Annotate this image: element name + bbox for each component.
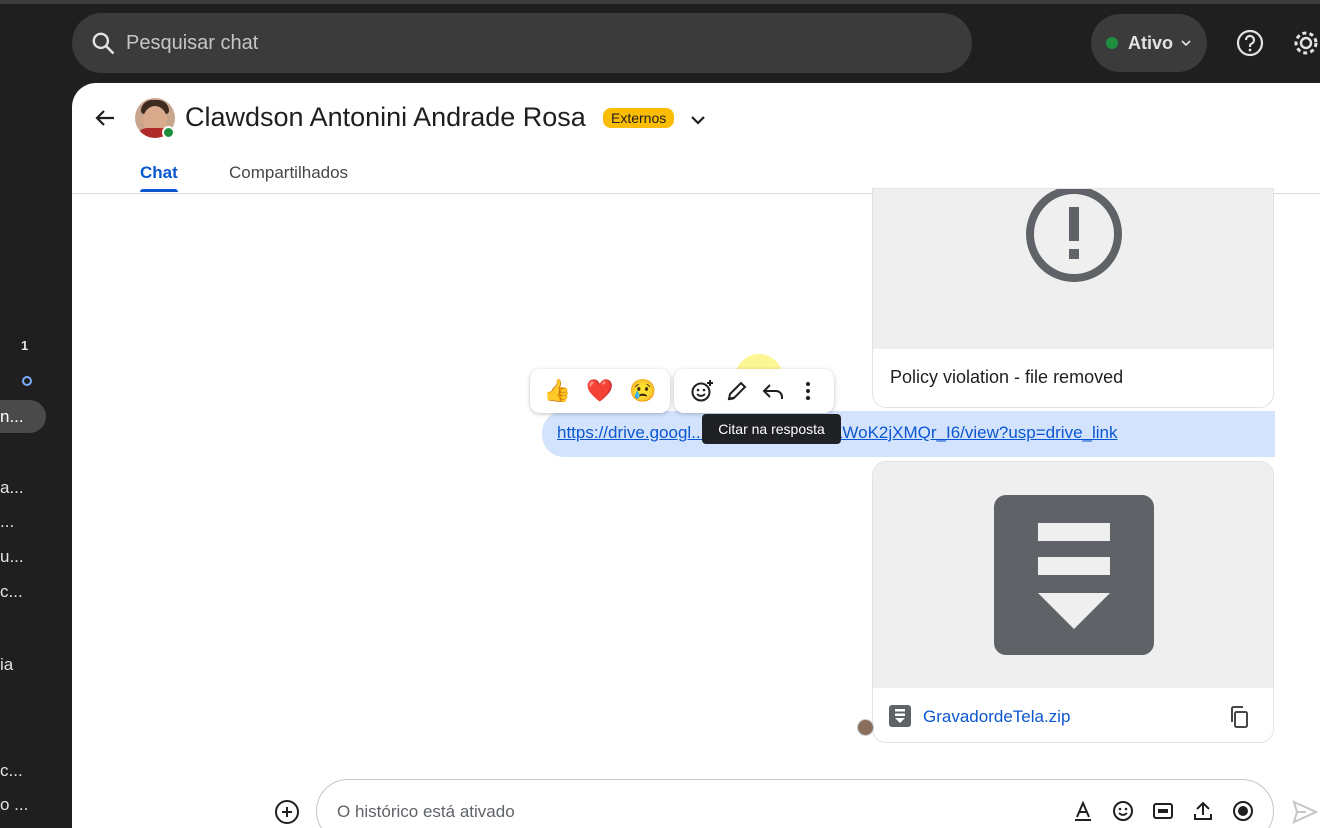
online-status-icon: [162, 126, 175, 139]
sidebar-item[interactable]: ia: [0, 655, 13, 675]
reaction-heart[interactable]: ❤️: [586, 378, 613, 404]
tooltip: Citar na resposta: [702, 414, 841, 444]
record-video-icon[interactable]: [1232, 800, 1254, 822]
zip-file-small-icon: [889, 705, 911, 727]
sidebar-unread-dot-icon: [22, 376, 32, 386]
format-text-icon[interactable]: [1072, 800, 1094, 822]
contact-name[interactable]: Clawdson Antonini Andrade Rosa: [185, 102, 586, 133]
reaction-thumbs-up[interactable]: 👍: [544, 378, 571, 404]
attachment-filename[interactable]: GravadordeTela.zip: [923, 707, 1070, 727]
help-icon[interactable]: [1235, 28, 1265, 58]
status-label: Ativo: [1128, 32, 1173, 53]
warning-icon: [1026, 189, 1122, 282]
send-icon[interactable]: [1292, 799, 1318, 825]
settings-gear-icon[interactable]: [1291, 28, 1320, 58]
chat-panel: Clawdson Antonini Andrade Rosa Externos …: [72, 83, 1320, 828]
card-thumbnail: [873, 189, 1273, 349]
copy-icon[interactable]: [1227, 705, 1251, 729]
attachment-thumbnail: [873, 462, 1273, 688]
policy-caption: Policy violation - file removed: [890, 367, 1124, 387]
sidebar-item-selected[interactable]: n...: [0, 400, 46, 433]
search-bar[interactable]: Pesquisar chat: [72, 13, 972, 73]
back-arrow-icon[interactable]: [92, 105, 118, 131]
zip-file-icon: [994, 495, 1154, 655]
sidebar-item[interactable]: o ...: [0, 795, 28, 815]
sidebar-item[interactable]: a...: [0, 478, 24, 498]
sidebar-item[interactable]: u...: [0, 547, 24, 567]
attachment-card[interactable]: GravadordeTela.zip: [872, 461, 1274, 743]
message-actions: [674, 369, 834, 413]
sender-avatar: [857, 719, 874, 736]
upload-icon[interactable]: [1192, 800, 1214, 822]
sidebar-item[interactable]: c...: [0, 761, 23, 781]
more-vert-icon[interactable]: [796, 379, 820, 403]
link-message: https://drive.googl...f8hhzEnI3asCxRaWoK…: [542, 411, 1275, 457]
search-placeholder: Pesquisar chat: [126, 31, 259, 54]
external-badge: Externos: [603, 108, 675, 128]
add-reaction-icon[interactable]: [690, 379, 714, 403]
chevron-down-icon: [1181, 40, 1191, 47]
sidebar-item[interactable]: c...: [0, 582, 23, 602]
emoji-icon[interactable]: [1112, 800, 1134, 822]
sidebar-unread-count: 1: [21, 338, 29, 353]
status-dropdown[interactable]: Ativo: [1091, 14, 1207, 72]
tab-chat[interactable]: Chat: [140, 163, 178, 183]
add-circle-icon[interactable]: [274, 799, 300, 825]
composer-placeholder: O histórico está ativado: [337, 802, 515, 821]
chevron-down-icon[interactable]: [687, 109, 709, 131]
message-composer[interactable]: O histórico está ativado: [316, 779, 1274, 828]
tab-shared[interactable]: Compartilhados: [229, 163, 348, 183]
edit-pencil-icon[interactable]: [725, 379, 749, 403]
removed-file-card[interactable]: Policy violation - file removed: [872, 188, 1274, 408]
window-top-strip: [0, 0, 1320, 4]
search-icon: [92, 32, 115, 55]
gif-icon[interactable]: [1152, 800, 1174, 822]
status-dot-icon: [1106, 37, 1118, 49]
reaction-sad[interactable]: 😢: [629, 378, 656, 404]
quick-reactions: 👍 ❤️ 😢: [530, 369, 670, 413]
sidebar-item[interactable]: ...: [0, 512, 14, 532]
reply-quote-icon[interactable]: [761, 379, 785, 403]
active-tab-indicator: [140, 189, 178, 192]
